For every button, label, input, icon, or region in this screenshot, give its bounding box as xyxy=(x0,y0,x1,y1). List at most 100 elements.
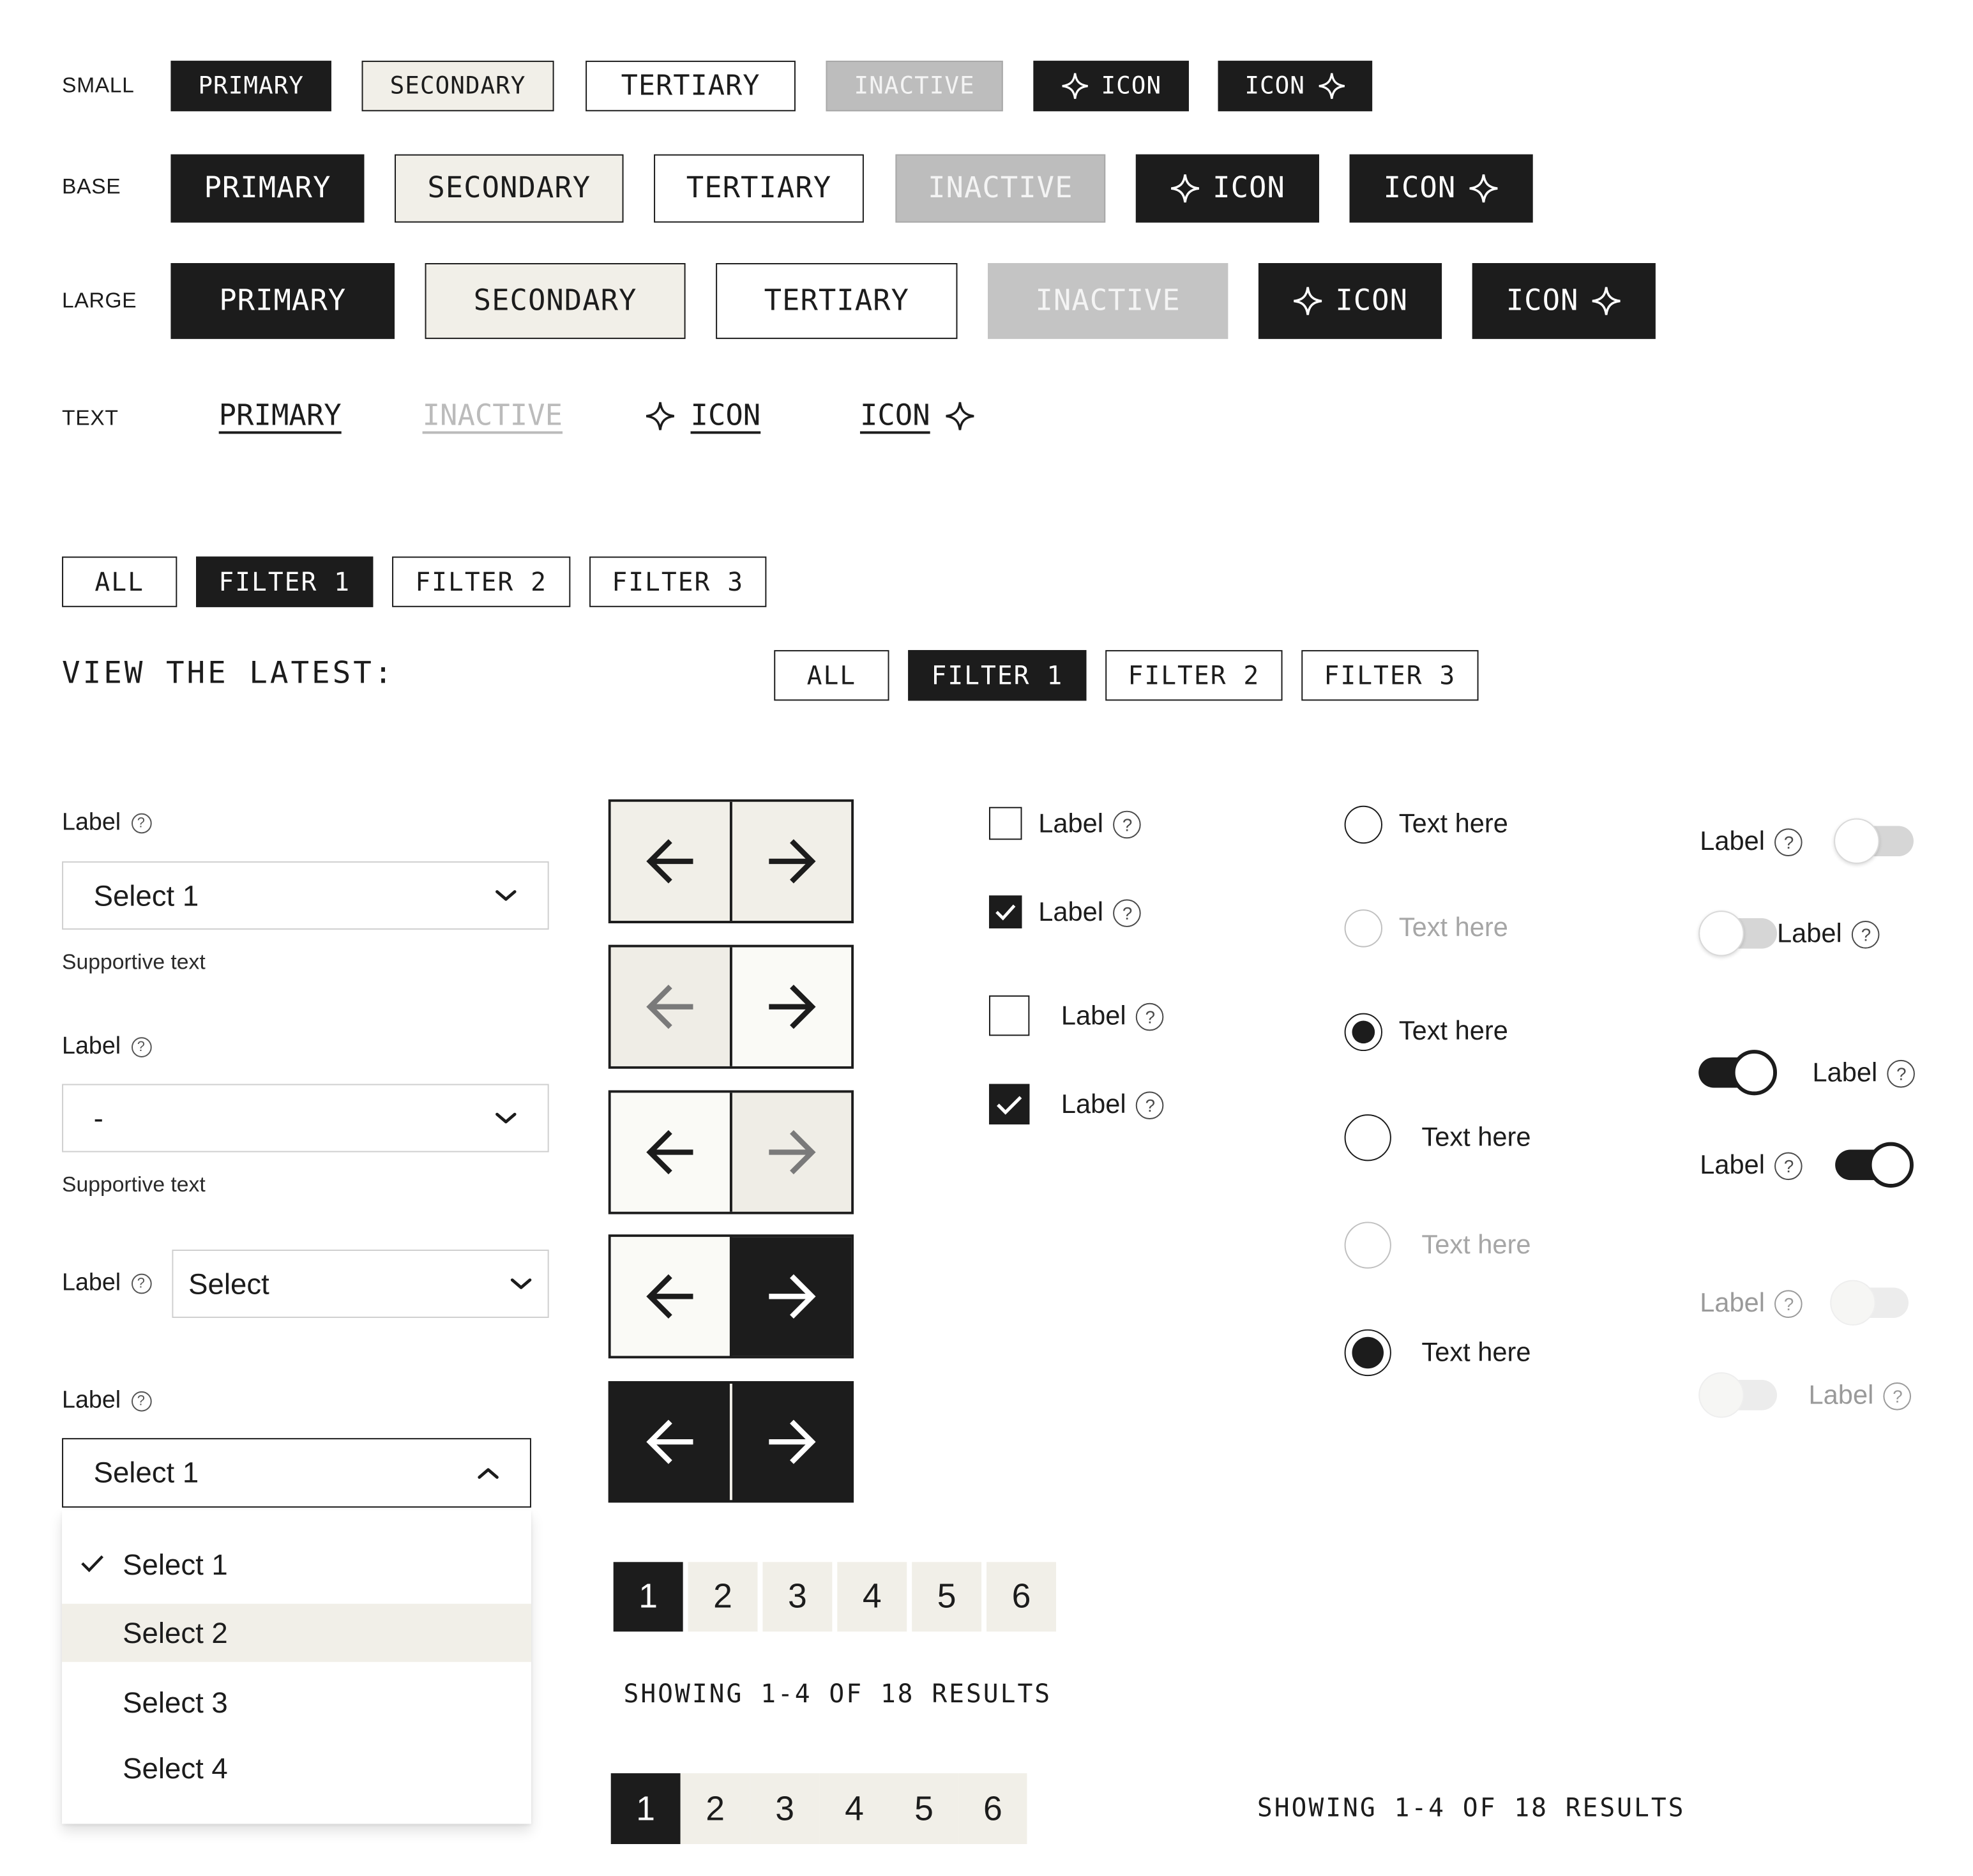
radio-selected[interactable] xyxy=(1344,1013,1383,1052)
select-field-1[interactable]: Select 1 xyxy=(62,861,549,930)
page-button-1[interactable]: 1 xyxy=(610,1773,681,1845)
row-label-small: SMALL xyxy=(62,73,135,98)
page-button-6[interactable]: 6 xyxy=(986,1562,1056,1632)
checkbox-checked[interactable] xyxy=(988,895,1022,928)
page-button-5[interactable]: 5 xyxy=(889,1773,959,1845)
dropdown-option-4[interactable]: Select 4 xyxy=(62,1739,531,1797)
toggle-off[interactable] xyxy=(1698,911,1778,957)
base-tertiary-button[interactable]: TERTIARY xyxy=(654,154,864,223)
page-button-3[interactable]: 3 xyxy=(750,1773,820,1845)
base-primary-button[interactable]: PRIMARY xyxy=(170,154,365,223)
toggle-label: Label? xyxy=(1700,1151,1803,1182)
text-primary-button[interactable]: PRIMARY xyxy=(219,400,342,433)
arrow-nav-group xyxy=(608,799,854,923)
next-button[interactable] xyxy=(729,801,852,921)
help-icon[interactable]: ? xyxy=(1852,921,1880,949)
small-tertiary-button[interactable]: TERTIARY xyxy=(586,61,796,112)
base-icon-left-button[interactable]: ICON xyxy=(1135,154,1319,223)
help-icon[interactable]: ? xyxy=(1774,828,1803,857)
filter-chip-3[interactable]: FILTER 3 xyxy=(589,556,767,607)
label-text: Label xyxy=(62,1269,121,1297)
select-field-2[interactable]: - xyxy=(62,1084,549,1153)
button-label: PRIMARY xyxy=(198,72,304,100)
checkbox-checked-large[interactable] xyxy=(988,1084,1030,1124)
dropdown-option-1[interactable]: Select 1 xyxy=(62,1536,531,1594)
pagination-large: 1 2 3 4 5 6 xyxy=(610,1773,1027,1845)
page-button-2[interactable]: 2 xyxy=(688,1562,758,1632)
label-text: Label xyxy=(1061,1090,1126,1120)
page-button-4[interactable]: 4 xyxy=(819,1773,889,1845)
large-secondary-button[interactable]: SECONDARY xyxy=(425,263,686,339)
help-icon[interactable]: ? xyxy=(131,1273,151,1294)
next-button-active[interactable] xyxy=(729,1237,852,1356)
checkbox-unchecked-large[interactable] xyxy=(988,995,1030,1036)
filter-chip-3[interactable]: FILTER 3 xyxy=(1301,650,1479,701)
page-button-5[interactable]: 5 xyxy=(912,1562,982,1632)
help-icon[interactable]: ? xyxy=(1136,1002,1165,1031)
filter-chip-all[interactable]: ALL xyxy=(774,650,889,701)
prev-button[interactable] xyxy=(610,801,730,921)
page-button-4[interactable]: 4 xyxy=(837,1562,907,1632)
help-icon[interactable]: ? xyxy=(131,813,151,834)
select-field-open[interactable]: Select 1 xyxy=(62,1438,531,1508)
arrow-right-icon xyxy=(769,1274,816,1319)
next-button[interactable] xyxy=(729,947,852,1066)
toggle-on[interactable] xyxy=(1698,1050,1778,1096)
checkbox-unchecked[interactable] xyxy=(988,806,1022,840)
help-icon[interactable]: ? xyxy=(131,1391,151,1412)
prev-button-active[interactable] xyxy=(610,1383,730,1501)
large-icon-left-button[interactable]: ICON xyxy=(1258,263,1442,339)
page-button-6[interactable]: 6 xyxy=(958,1773,1027,1845)
button-label: INACTIVE xyxy=(422,399,563,433)
toggle-off[interactable] xyxy=(1834,818,1914,864)
prev-button[interactable] xyxy=(610,1093,730,1212)
filter-chip-1[interactable]: FILTER 1 xyxy=(196,556,374,607)
base-icon-right-button[interactable]: ICON xyxy=(1349,154,1533,223)
radio-label: Text here xyxy=(1398,1017,1508,1047)
help-icon[interactable]: ? xyxy=(1887,1059,1916,1088)
help-icon[interactable]: ? xyxy=(1113,810,1142,839)
next-button-active[interactable] xyxy=(729,1383,852,1501)
small-secondary-button[interactable]: SECONDARY xyxy=(361,61,554,112)
filter-chip-2[interactable]: FILTER 2 xyxy=(392,556,571,607)
label-text: Label xyxy=(1061,1001,1126,1031)
large-icon-right-button[interactable]: ICON xyxy=(1472,263,1656,339)
dropdown-option-2[interactable]: Select 2 xyxy=(62,1603,531,1662)
small-icon-right-button[interactable]: ICON xyxy=(1218,61,1373,112)
text-icon-left-button[interactable]: ICON xyxy=(645,400,760,432)
radio-unselected[interactable] xyxy=(1344,805,1383,844)
select-field-inline[interactable]: Select xyxy=(172,1250,549,1318)
radio-label: Text here xyxy=(1398,913,1508,942)
chevron-down-icon xyxy=(510,1278,532,1289)
page-button-2[interactable]: 2 xyxy=(680,1773,750,1845)
small-icon-left-button[interactable]: ICON xyxy=(1033,61,1189,112)
sparkle-icon xyxy=(1469,174,1498,203)
radio-unselected-large[interactable] xyxy=(1344,1114,1391,1161)
large-tertiary-button[interactable]: TERTIARY xyxy=(716,263,958,339)
text-icon-right-button[interactable]: ICON xyxy=(860,400,976,432)
page-button-1[interactable]: 1 xyxy=(613,1562,683,1632)
label-text: Label xyxy=(1700,1151,1765,1181)
help-icon[interactable]: ? xyxy=(1113,899,1142,927)
toggle-on[interactable] xyxy=(1835,1142,1914,1188)
help-icon[interactable]: ? xyxy=(131,1037,151,1057)
radio-selected-large[interactable] xyxy=(1344,1329,1391,1377)
large-primary-button[interactable]: PRIMARY xyxy=(170,263,395,339)
select-label: Label? xyxy=(62,810,151,838)
dropdown-option-3[interactable]: Select 3 xyxy=(62,1674,531,1732)
help-icon[interactable]: ? xyxy=(1136,1091,1165,1120)
base-secondary-button[interactable]: SECONDARY xyxy=(395,154,624,223)
button-label: TERTIARY xyxy=(621,70,760,102)
label-text: Label xyxy=(1038,898,1104,927)
filter-chip-all[interactable]: ALL xyxy=(62,556,178,607)
page-button-3[interactable]: 3 xyxy=(762,1562,833,1632)
filter-chip-2[interactable]: FILTER 2 xyxy=(1105,650,1283,701)
arrow-right-icon xyxy=(769,1130,816,1175)
toggle-knob xyxy=(1698,1372,1744,1418)
filter-chip-1[interactable]: FILTER 1 xyxy=(908,650,1087,701)
prev-button[interactable] xyxy=(610,1237,730,1356)
help-icon[interactable]: ? xyxy=(1774,1152,1803,1181)
select-label: Label? xyxy=(62,1388,151,1416)
small-primary-button[interactable]: PRIMARY xyxy=(170,61,331,112)
next-button-disabled xyxy=(729,1093,852,1212)
